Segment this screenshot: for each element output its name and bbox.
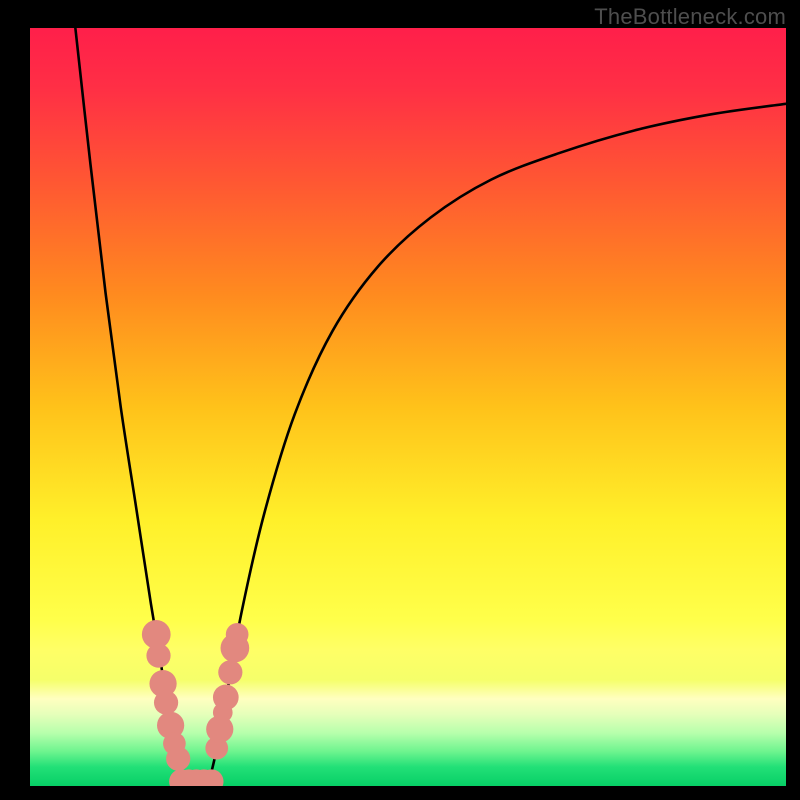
curve-left-branch — [75, 28, 188, 786]
marker-left-markers — [154, 691, 178, 715]
marker-left-markers — [166, 747, 190, 771]
marker-right-markers — [218, 660, 242, 684]
outer-frame: TheBottleneck.com — [0, 0, 800, 800]
marker-right-markers — [226, 623, 249, 646]
chart-svg — [30, 28, 786, 786]
watermark-text: TheBottleneck.com — [594, 4, 786, 30]
plot-area — [30, 28, 786, 786]
marker-right-markers — [213, 684, 239, 710]
curve-right-branch — [208, 104, 786, 786]
marker-left-markers — [146, 644, 170, 668]
